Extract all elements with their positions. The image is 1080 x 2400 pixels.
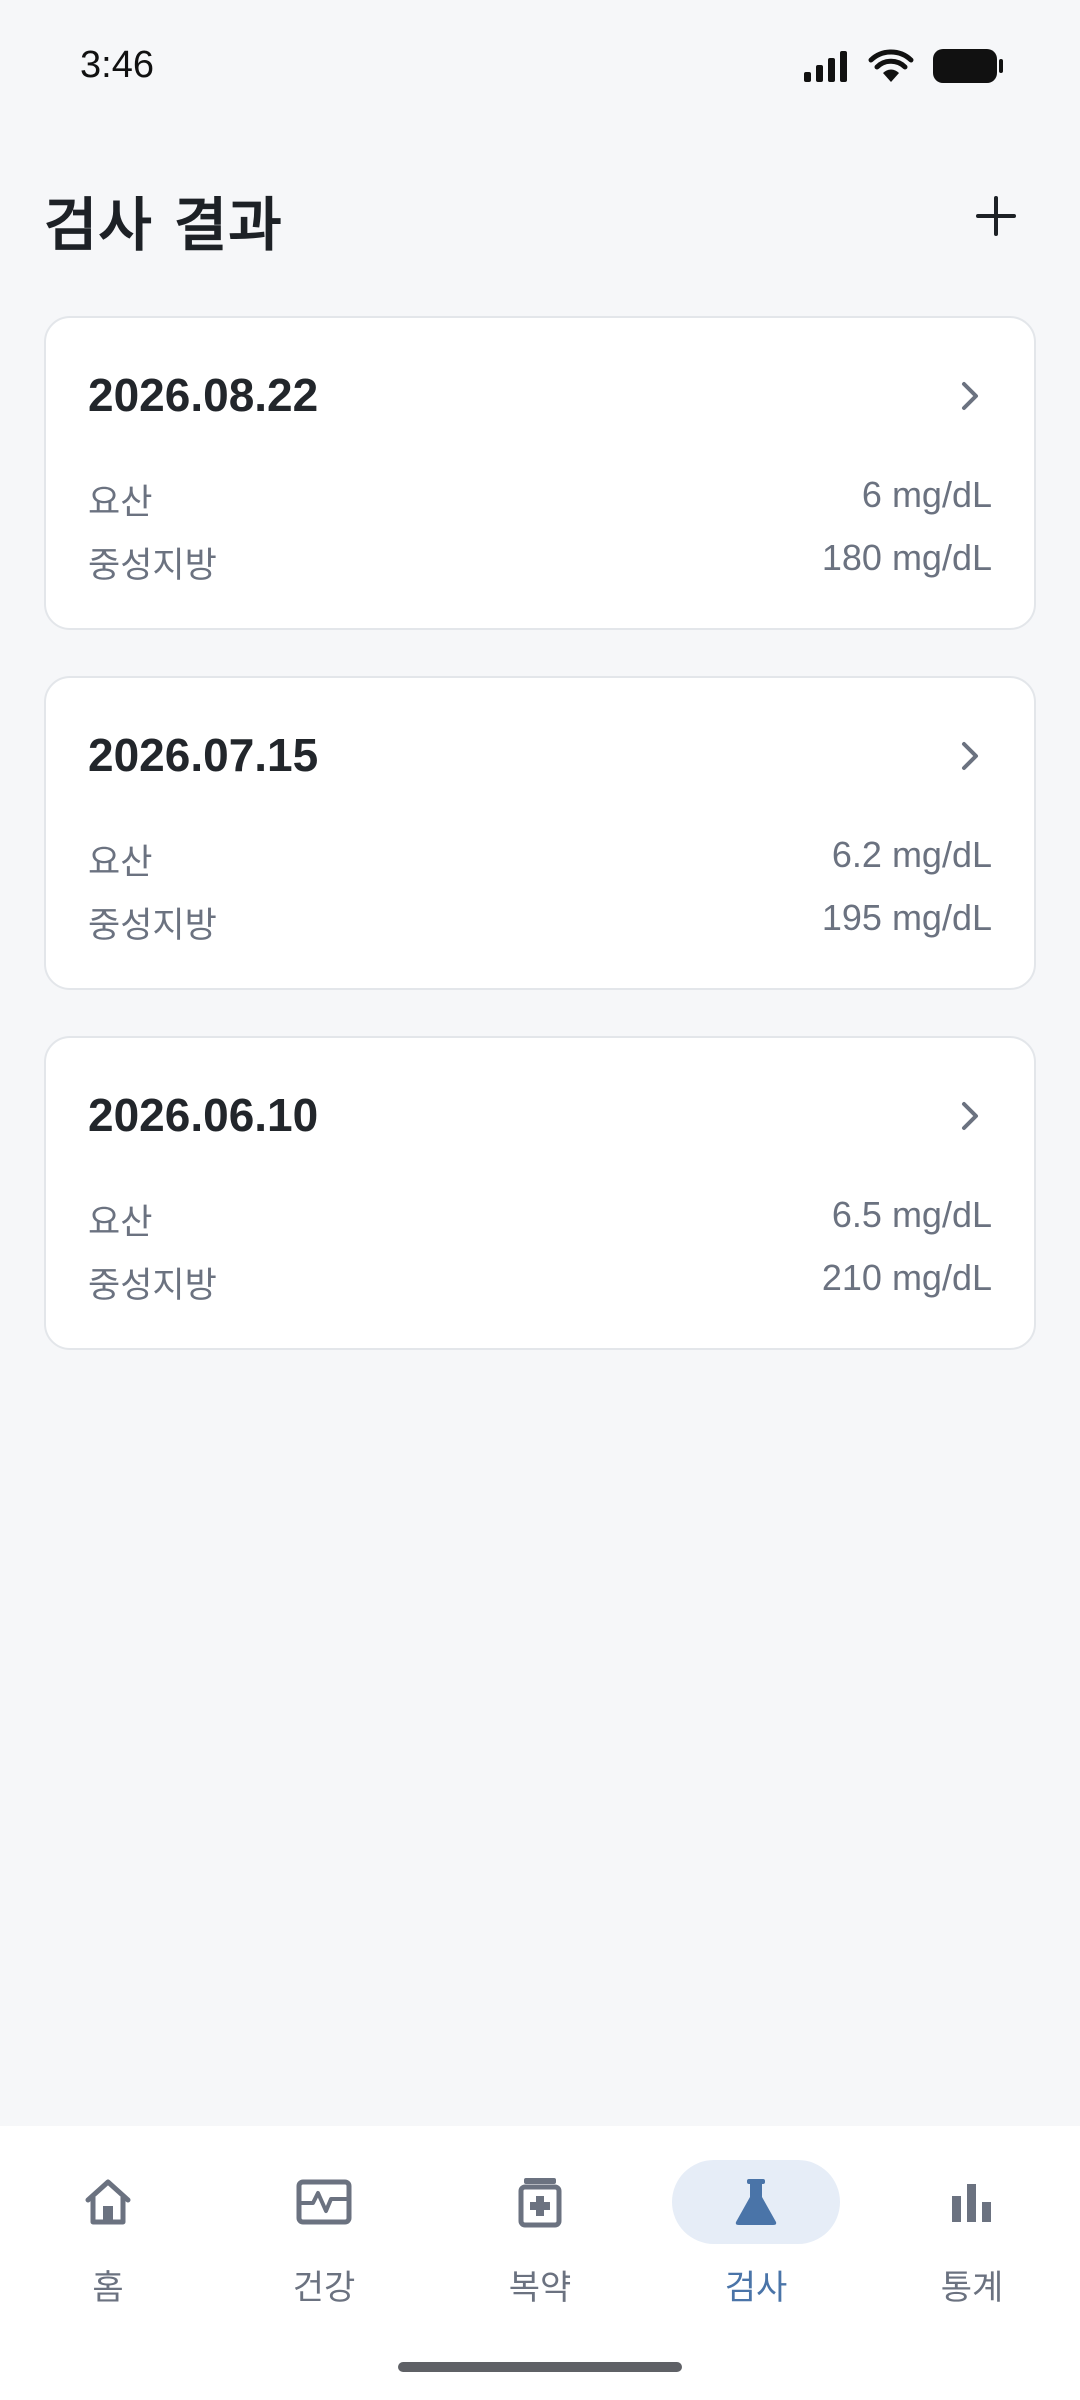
- result-value: 195 mg/dL: [821, 897, 992, 938]
- wifi-icon: [868, 49, 914, 82]
- result-row: 요산 6.2 mg/dL: [88, 834, 992, 884]
- nav-label: 홈: [92, 2268, 124, 2308]
- result-row: 중성지방 195 mg/dL: [88, 897, 992, 947]
- status-bar: 3:46: [0, 0, 1080, 140]
- result-row: 중성지방 180 mg/dL: [88, 537, 992, 587]
- plus-icon: [976, 196, 1016, 236]
- header: 검사 결과: [44, 170, 1036, 260]
- status-time: 3:46: [80, 44, 154, 86]
- result-label: 요산: [88, 483, 153, 523]
- result-value: 180 mg/dL: [821, 537, 992, 578]
- result-row: 중성지방 210 mg/dL: [88, 1257, 992, 1307]
- result-label: 요산: [88, 1203, 153, 1243]
- add-button[interactable]: [956, 176, 1036, 256]
- result-value: 210 mg/dL: [821, 1257, 992, 1298]
- nav-item-medication[interactable]: 복약: [455, 2160, 625, 2330]
- home-indicator[interactable]: [398, 2362, 682, 2372]
- status-icons: [804, 48, 1004, 84]
- nav-label: 건강: [292, 2268, 356, 2308]
- page-title: 검사 결과: [44, 191, 283, 259]
- result-label: 요산: [88, 843, 153, 883]
- home-icon: [85, 2179, 131, 2225]
- nav-icon-wrap: [672, 2160, 840, 2244]
- signal-icon: [804, 51, 847, 82]
- nav-item-health[interactable]: 건강: [239, 2160, 409, 2330]
- nav-item-stats[interactable]: 통계: [887, 2160, 1057, 2330]
- result-card[interactable]: 2026.06.10 요산 6.5 mg/dL 중성지방 210 mg/dL: [44, 1036, 1036, 1350]
- result-value: 6.2 mg/dL: [831, 834, 992, 875]
- chevron-right-icon: [962, 382, 978, 410]
- result-card[interactable]: 2026.08.22 요산 6 mg/dL 중성지방 180 mg/dL: [44, 316, 1036, 630]
- bottom-nav: 홈 건강 복약 검사 통계: [0, 2126, 1080, 2400]
- card-date: 2026.07.15: [88, 729, 319, 781]
- battery-icon: [933, 49, 1003, 83]
- nav-item-tests[interactable]: 검사: [671, 2160, 841, 2330]
- result-row: 요산 6.5 mg/dL: [88, 1194, 992, 1244]
- chart-icon: [952, 2184, 991, 2222]
- result-card[interactable]: 2026.07.15 요산 6.2 mg/dL 중성지방 195 mg/dL: [44, 676, 1036, 990]
- nav-label: 복약: [508, 2268, 572, 2308]
- result-value: 6.5 mg/dL: [831, 1194, 992, 1235]
- nav-icon-wrap: [456, 2160, 624, 2244]
- nav-icon-wrap: [24, 2160, 192, 2244]
- nav-label: 검사: [724, 2268, 788, 2308]
- nav-item-home[interactable]: 홈: [23, 2160, 193, 2330]
- result-value: 6 mg/dL: [861, 474, 992, 515]
- pulse-icon: [296, 2179, 352, 2225]
- nav-label: 통계: [940, 2268, 1004, 2308]
- nav-icon-wrap: [240, 2160, 408, 2244]
- nav-icon-wrap: [888, 2160, 1056, 2244]
- result-row: 요산 6 mg/dL: [88, 474, 992, 524]
- chevron-right-icon: [962, 1102, 978, 1130]
- results-list: 2026.08.22 요산 6 mg/dL 중성지방 180 mg/dL 202…: [44, 316, 1036, 1396]
- result-label: 중성지방: [88, 1266, 217, 1306]
- medicine-icon: [518, 2178, 562, 2228]
- result-label: 중성지방: [88, 546, 217, 586]
- card-date: 2026.06.10: [88, 1089, 319, 1141]
- card-date: 2026.08.22: [88, 369, 319, 421]
- chevron-right-icon: [962, 742, 978, 770]
- flask-icon: [735, 2179, 777, 2225]
- result-label: 중성지방: [88, 906, 217, 946]
